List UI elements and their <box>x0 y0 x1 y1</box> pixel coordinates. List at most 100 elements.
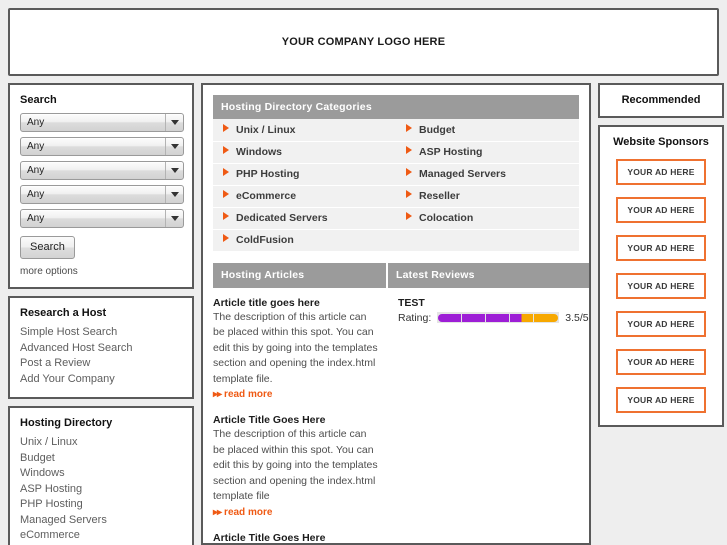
research-a-host-item[interactable]: Simple Host Search <box>20 325 182 341</box>
search-select-value: Any <box>27 189 45 200</box>
category-link[interactable]: eCommerce <box>213 185 396 208</box>
search-select-1[interactable]: Any <box>20 113 184 132</box>
chevron-down-icon[interactable] <box>165 162 183 179</box>
read-more-link[interactable]: ▸▸ read more <box>213 389 380 400</box>
search-box-title: Search <box>20 94 57 106</box>
research-a-host-title: Research a Host <box>20 307 107 319</box>
article-title[interactable]: Article title goes here <box>213 297 380 309</box>
main-content: Hosting Directory Categories Unix / Linu… <box>201 83 591 545</box>
category-link[interactable]: Managed Servers <box>396 163 579 186</box>
hosting-articles-body: Article title goes here The description o… <box>213 288 388 544</box>
hosting-articles-column: Hosting Articles Article title goes here… <box>213 262 388 544</box>
category-label: ASP Hosting <box>419 146 483 158</box>
category-label: Unix / Linux <box>236 123 296 136</box>
category-row: eCommerce Reseller <box>213 185 579 208</box>
hosting-directory-item[interactable]: PHP Hosting <box>20 497 182 513</box>
search-select-value: Any <box>27 165 45 176</box>
research-a-host-list: Simple Host Search Advanced Host Search Po… <box>20 325 182 387</box>
research-a-host-box: Research a Host Simple Host Search Advanc… <box>8 296 194 399</box>
category-link[interactable]: PHP Hosting <box>213 163 396 186</box>
category-cell-empty <box>396 229 579 252</box>
rating-score-text: 3.5/5 <box>565 311 589 324</box>
sponsor-ad-slot[interactable]: YOUR AD HERE <box>616 349 706 375</box>
hosting-directory-item[interactable]: Windows <box>20 466 182 482</box>
category-label: Managed Servers <box>419 168 506 180</box>
sponsor-ad-slot[interactable]: YOUR AD HERE <box>616 235 706 261</box>
search-button[interactable]: Search <box>20 236 75 259</box>
triangle-bullet-icon <box>223 168 229 176</box>
category-row: Dedicated Servers Colocation <box>213 207 579 230</box>
hosting-directory-item[interactable]: ASP Hosting <box>20 482 182 498</box>
category-label: Colocation <box>419 212 474 224</box>
sponsor-ad-slot[interactable]: YOUR AD HERE <box>616 197 706 223</box>
chevron-down-icon[interactable] <box>165 114 183 131</box>
category-link[interactable]: ASP Hosting <box>396 141 579 164</box>
search-select-4[interactable]: Any <box>20 185 184 204</box>
category-link[interactable]: Reseller <box>396 185 579 208</box>
triangle-bullet-icon <box>223 212 229 220</box>
rating-segment <box>486 313 511 322</box>
articles-reviews-section: Hosting Articles Article title goes here… <box>213 262 589 544</box>
chevron-down-icon[interactable] <box>165 138 183 155</box>
review-company-name[interactable]: TEST <box>398 297 589 309</box>
article-item: Article Title Goes Here <box>213 532 380 544</box>
article-title[interactable]: Article Title Goes Here <box>213 532 380 544</box>
category-label: eCommerce <box>236 190 297 202</box>
sponsor-ad-slot[interactable]: YOUR AD HERE <box>616 387 706 413</box>
sponsor-ad-slot[interactable]: YOUR AD HERE <box>616 273 706 299</box>
category-link[interactable]: ColdFusion <box>213 229 396 252</box>
hosting-directory-item[interactable]: Budget <box>20 451 182 467</box>
search-box: Search Any Any Any Any Any Search more optio… <box>8 83 194 289</box>
search-select-2[interactable]: Any <box>20 137 184 156</box>
chevron-down-icon[interactable] <box>165 186 183 203</box>
chevron-down-icon[interactable] <box>165 210 183 227</box>
article-title[interactable]: Article Title Goes Here <box>213 414 380 426</box>
hosting-directory-title: Hosting Directory <box>20 417 113 429</box>
category-label: Reseller <box>419 190 460 202</box>
triangle-bullet-icon <box>223 234 229 242</box>
category-label: Budget <box>419 123 456 136</box>
company-logo-text: YOUR COMPANY LOGO HERE <box>281 36 446 48</box>
hosting-directory-item[interactable]: Unix / Linux <box>20 435 182 451</box>
more-options-link[interactable]: more options <box>20 266 182 277</box>
rating-bar-fill <box>438 313 559 322</box>
category-row: PHP Hosting Managed Servers <box>213 163 579 186</box>
search-select-5[interactable]: Any <box>20 209 184 228</box>
category-link[interactable]: Unix / Linux <box>213 119 396 142</box>
research-a-host-item[interactable]: Post a Review <box>20 356 182 372</box>
website-sponsors-title: Website Sponsors <box>613 136 709 148</box>
search-select-group: Any Any Any Any Any <box>20 113 184 228</box>
read-more-link[interactable]: ▸▸ read more <box>213 507 380 518</box>
research-a-host-item[interactable]: Advanced Host Search <box>20 341 182 357</box>
category-row: ColdFusion <box>213 229 579 252</box>
category-link[interactable]: Colocation <box>396 207 579 230</box>
hosting-directory-list: Unix / Linux Budget Windows ASP Hosting PHP … <box>20 435 182 545</box>
triangle-bullet-icon <box>406 190 412 198</box>
hosting-directory-box: Hosting Directory Unix / Linux Budget Wind… <box>8 406 194 545</box>
body-columns: Search Any Any Any Any Any Search more optio… <box>8 83 724 545</box>
triangle-bullet-icon <box>406 146 412 154</box>
categories-header-row: Hosting Directory Categories <box>213 95 579 119</box>
triangle-bullet-icon <box>406 168 412 176</box>
triangle-bullet-icon <box>406 212 412 220</box>
category-link[interactable]: Windows <box>213 141 396 164</box>
hosting-directory-categories-table: Hosting Directory Categories Unix / Linu… <box>213 95 579 252</box>
categories-header-title: Hosting Directory Categories <box>213 95 579 119</box>
sponsor-ad-slot[interactable]: YOUR AD HERE <box>616 311 706 337</box>
category-row: Unix / Linux Budget <box>213 119 579 142</box>
double-arrow-icon: ▸▸ <box>213 389 222 400</box>
sponsor-ads-list: YOUR AD HERE YOUR AD HERE YOUR AD HERE YOUR… <box>608 159 714 413</box>
category-label: ColdFusion <box>236 234 294 246</box>
search-select-value: Any <box>27 117 45 128</box>
category-link[interactable]: Budget <box>396 119 579 142</box>
site-header: YOUR COMPANY LOGO HERE <box>8 8 719 76</box>
hosting-directory-item[interactable]: eCommerce <box>20 528 182 544</box>
research-a-host-item[interactable]: Add Your Company <box>20 372 182 388</box>
rating-segment <box>462 313 487 322</box>
hosting-directory-item[interactable]: Managed Servers <box>20 513 182 529</box>
search-select-3[interactable]: Any <box>20 161 184 180</box>
sponsor-ad-slot[interactable]: YOUR AD HERE <box>616 159 706 185</box>
recommended-box: Recommended <box>598 83 724 118</box>
category-link[interactable]: Dedicated Servers <box>213 207 396 230</box>
right-sidebar: Recommended Website Sponsors YOUR AD HER… <box>598 83 724 545</box>
